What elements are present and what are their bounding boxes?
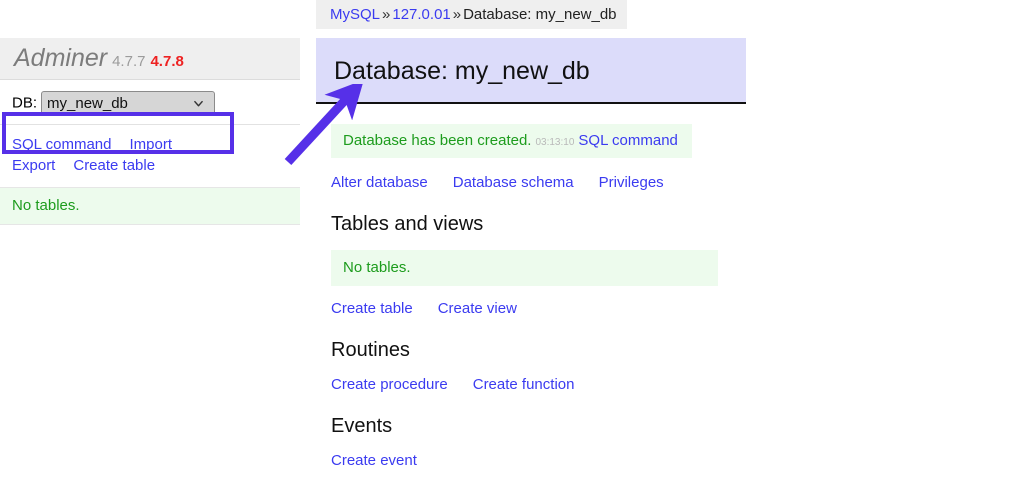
status-message-timestamp: 03:13:10 <box>535 137 574 148</box>
events-heading: Events <box>331 415 746 438</box>
page-title-bar: Database: my_new_db <box>316 38 746 104</box>
create-table-link[interactable]: Create table <box>331 300 413 317</box>
adminer-logo-text: Adminer <box>14 44 107 72</box>
sidebar-export-link[interactable]: Export <box>12 157 55 174</box>
tables-action-row: Create table Create view <box>331 300 746 317</box>
breadcrumb: MySQL»127.0.01»Database: my_new_db <box>316 0 627 29</box>
alter-database-link[interactable]: Alter database <box>331 174 428 191</box>
main-content: Database: my_new_db Database has been cr… <box>316 38 746 469</box>
breadcrumb-current: Database: my_new_db <box>463 6 616 23</box>
sidebar-import-link[interactable]: Import <box>130 136 173 153</box>
create-procedure-link[interactable]: Create procedure <box>331 376 448 393</box>
events-action-row: Create event <box>331 452 746 469</box>
breadcrumb-separator-1: » <box>380 6 392 23</box>
breadcrumb-separator-2: » <box>451 6 463 23</box>
db-select-wrapper: my_new_db <box>37 91 215 115</box>
message-sql-command-link[interactable]: SQL command <box>578 132 678 149</box>
create-event-link[interactable]: Create event <box>331 452 417 469</box>
sidebar-no-tables-message: No tables. <box>0 187 300 225</box>
sidebar: Adminer 4.7.7 4.7.8 DB:my_new_db SQL comma… <box>0 38 300 225</box>
breadcrumb-host-link[interactable]: 127.0.01 <box>392 6 450 23</box>
sidebar-links: SQL command Import Export Create table <box>0 125 300 185</box>
page-title: Database: my_new_db <box>334 57 590 85</box>
sidebar-create-table-link[interactable]: Create table <box>73 157 155 174</box>
routines-heading: Routines <box>331 339 746 362</box>
status-message-box: Database has been created. 03:13:10 SQL co… <box>331 124 692 158</box>
tables-no-tables-message: No tables. <box>331 250 718 286</box>
db-label: DB: <box>12 95 37 112</box>
routines-action-row: Create procedure Create function <box>331 376 746 393</box>
database-schema-link[interactable]: Database schema <box>453 174 574 191</box>
sidebar-sql-command-link[interactable]: SQL command <box>12 136 112 153</box>
db-select[interactable]: my_new_db <box>41 91 215 115</box>
create-view-link[interactable]: Create view <box>438 300 517 317</box>
adminer-header: Adminer 4.7.7 4.7.8 <box>0 38 300 80</box>
adminer-version-text: 4.7.7 <box>112 53 145 70</box>
breadcrumb-server-link[interactable]: MySQL <box>330 6 380 23</box>
privileges-link[interactable]: Privileges <box>599 174 664 191</box>
db-selector-row: DB:my_new_db <box>0 80 300 125</box>
status-message-text: Database has been created. <box>343 132 531 149</box>
tables-and-views-heading: Tables and views <box>331 213 746 236</box>
database-action-links: Alter database Database schema Privileges <box>331 174 746 191</box>
create-function-link[interactable]: Create function <box>473 376 575 393</box>
adminer-new-version-link[interactable]: 4.7.8 <box>150 53 183 70</box>
